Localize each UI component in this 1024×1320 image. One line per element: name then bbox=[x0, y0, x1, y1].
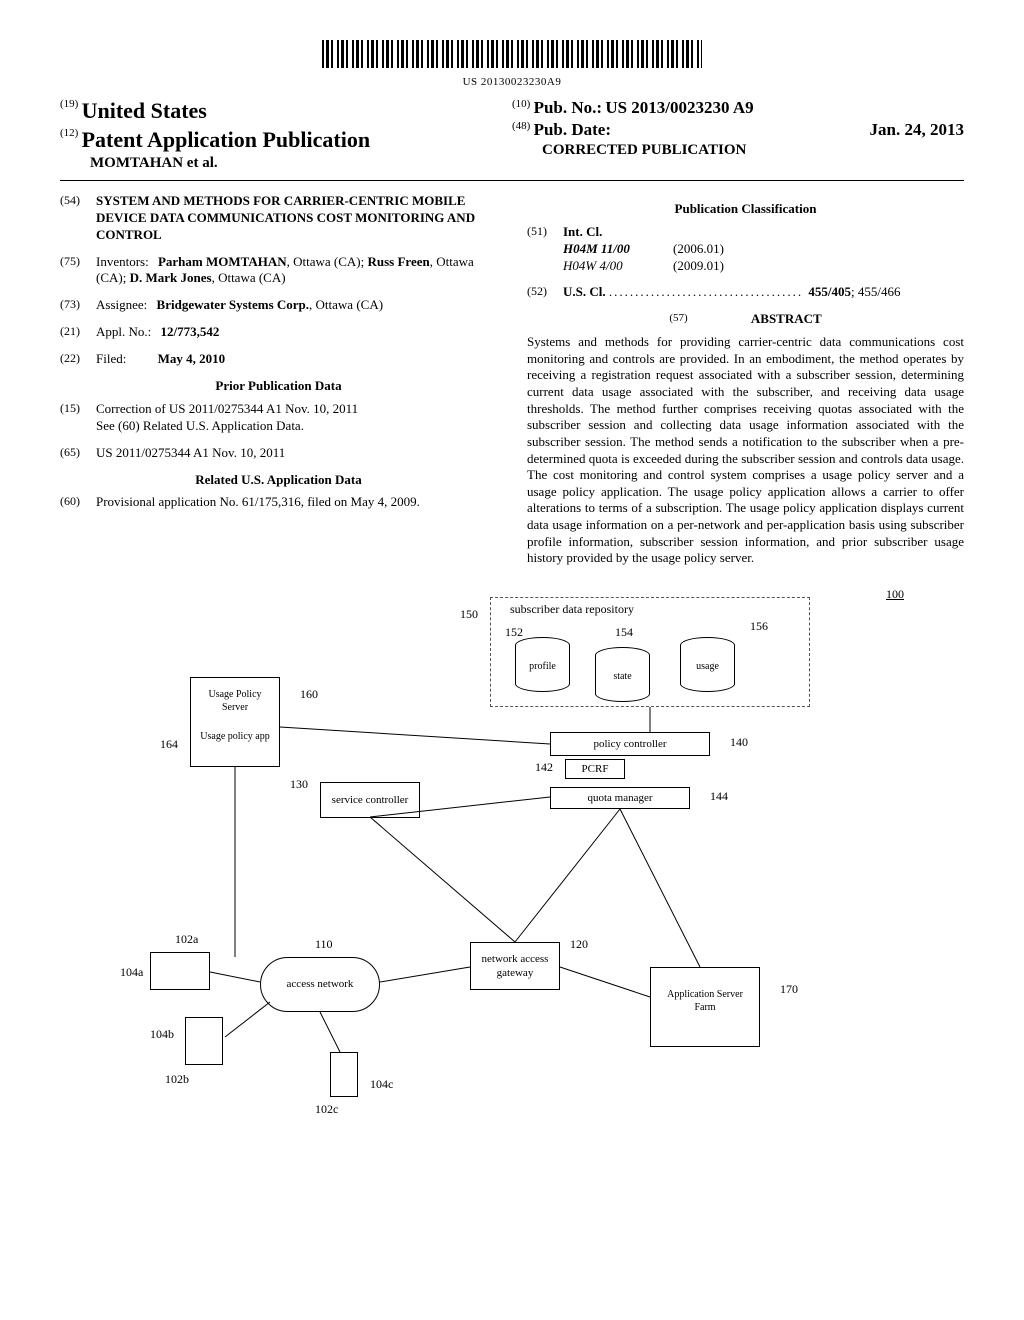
filed-date: May 4, 2010 bbox=[158, 351, 226, 366]
tablet-icon bbox=[185, 1017, 223, 1065]
fig-ref-156: 156 bbox=[750, 619, 768, 635]
fig-ref-150: 150 bbox=[460, 607, 478, 623]
code-57: (57) bbox=[669, 312, 687, 324]
code-73: (73) bbox=[60, 297, 96, 314]
quota-manager-box: quota manager bbox=[550, 787, 690, 809]
state-db-icon: state bbox=[595, 647, 650, 702]
code-52: (52) bbox=[527, 284, 563, 301]
filed-label: Filed: bbox=[96, 351, 126, 366]
fig-ref-144: 144 bbox=[710, 789, 728, 805]
usage-db-icon: usage bbox=[680, 637, 735, 692]
abstract-header: ABSTRACT bbox=[751, 311, 822, 326]
barcode-block: US 20130023230A9 bbox=[60, 40, 964, 89]
fig-ref-142: 142 bbox=[535, 760, 553, 776]
country-name: United States bbox=[82, 98, 207, 123]
barcode-graphic bbox=[322, 40, 702, 68]
fig-ref-130: 130 bbox=[290, 777, 308, 793]
corrected-publication: CORRECTED PUBLICATION bbox=[542, 142, 746, 158]
fig-ref-104a: 104a bbox=[120, 965, 143, 981]
code-48: (48) bbox=[512, 120, 530, 132]
fig-ref-170: 170 bbox=[780, 982, 798, 998]
assignee-label: Assignee: bbox=[96, 297, 147, 312]
int-cl-2-year: (2009.01) bbox=[673, 258, 724, 275]
fig-ref-100: 100 bbox=[886, 587, 904, 603]
related-app-header: Related U.S. Application Data bbox=[60, 472, 497, 489]
publication-number: US 2013/0023230 A9 bbox=[605, 98, 753, 117]
prior-pub-header: Prior Publication Data bbox=[60, 378, 497, 395]
code-15: (15) bbox=[60, 401, 96, 435]
publication-type: Patent Application Publication bbox=[82, 127, 370, 152]
inventor-header-line: MOMTAHAN et al. bbox=[90, 155, 218, 171]
fig-ref-104b: 104b bbox=[150, 1027, 174, 1043]
int-cl-1: H04M 11/00 bbox=[563, 241, 673, 258]
appl-no-label: Appl. No.: bbox=[96, 324, 151, 339]
fig-ref-102a: 102a bbox=[175, 932, 198, 948]
fig-ref-152: 152 bbox=[505, 625, 523, 641]
document-header: (19) United States (12) Patent Applicati… bbox=[60, 97, 964, 181]
fig-ref-120: 120 bbox=[570, 937, 588, 953]
code-75: (75) bbox=[60, 254, 96, 288]
usage-policy-server-icon: Usage Policy Server Usage policy app bbox=[190, 677, 280, 767]
access-network-cloud: access network bbox=[260, 957, 380, 1012]
laptop-icon bbox=[150, 952, 210, 990]
code-65: (65) bbox=[60, 445, 96, 462]
int-cl-1-year: (2006.01) bbox=[673, 241, 724, 258]
int-cl-label: Int. Cl. bbox=[563, 224, 602, 239]
pub-no-label: Pub. No.: bbox=[534, 98, 602, 117]
fig-ref-140: 140 bbox=[730, 735, 748, 751]
correction-line-1: Correction of US 2011/0275344 A1 Nov. 10… bbox=[96, 401, 497, 418]
publication-date: Jan. 24, 2013 bbox=[870, 119, 964, 141]
code-51: (51) bbox=[527, 224, 563, 275]
code-12: (12) bbox=[60, 127, 78, 139]
pub-classification-header: Publication Classification bbox=[527, 201, 964, 218]
fig-ref-102c: 102c bbox=[315, 1102, 338, 1118]
us-cl-label: U.S. Cl. bbox=[563, 284, 606, 299]
fig-ref-102b: 102b bbox=[165, 1072, 189, 1088]
pub-date-label: Pub. Date: bbox=[534, 120, 611, 139]
invention-title: SYSTEM AND METHODS FOR CARRIER-CENTRIC M… bbox=[96, 193, 497, 244]
pcrf-box: PCRF bbox=[565, 759, 625, 779]
app-server-farm-icon: Application Server Farm bbox=[650, 967, 760, 1047]
fig-ref-164: 164 bbox=[160, 737, 178, 753]
fig-ref-154: 154 bbox=[615, 625, 633, 641]
int-cl-2: H04W 4/00 bbox=[563, 258, 673, 275]
fig-ref-160: 160 bbox=[300, 687, 318, 703]
barcode-number: US 20130023230A9 bbox=[60, 75, 964, 89]
policy-controller-box: policy controller bbox=[550, 732, 710, 756]
left-column: (54) SYSTEM AND METHODS FOR CARRIER-CENT… bbox=[60, 193, 497, 567]
fig-ref-110: 110 bbox=[315, 937, 333, 953]
subscriber-repo-label: subscriber data repository bbox=[510, 602, 634, 618]
provisional-app: Provisional application No. 61/175,316, … bbox=[96, 494, 497, 511]
prior-pub-entry: US 2011/0275344 A1 Nov. 10, 2011 bbox=[96, 445, 497, 462]
code-54: (54) bbox=[60, 193, 96, 244]
service-controller-box: service controller bbox=[320, 782, 420, 818]
code-21: (21) bbox=[60, 324, 96, 341]
correction-line-2: See (60) Related U.S. Application Data. bbox=[96, 418, 497, 435]
abstract-text: Systems and methods for providing carrie… bbox=[527, 334, 964, 567]
code-22: (22) bbox=[60, 351, 96, 368]
network-access-gateway-box: network access gateway bbox=[470, 942, 560, 990]
phone-icon bbox=[330, 1052, 358, 1097]
fig-ref-104c: 104c bbox=[370, 1077, 393, 1093]
application-number: 12/773,542 bbox=[161, 324, 220, 339]
code-60: (60) bbox=[60, 494, 96, 511]
patent-figure: 100 subscriber data repository 150 profi… bbox=[60, 587, 964, 1127]
code-19: (19) bbox=[60, 98, 78, 110]
right-column: Publication Classification (51) Int. Cl.… bbox=[527, 193, 964, 567]
code-10: (10) bbox=[512, 98, 530, 110]
inventors-label: Inventors: bbox=[96, 254, 149, 269]
profile-db-icon: profile bbox=[515, 637, 570, 692]
